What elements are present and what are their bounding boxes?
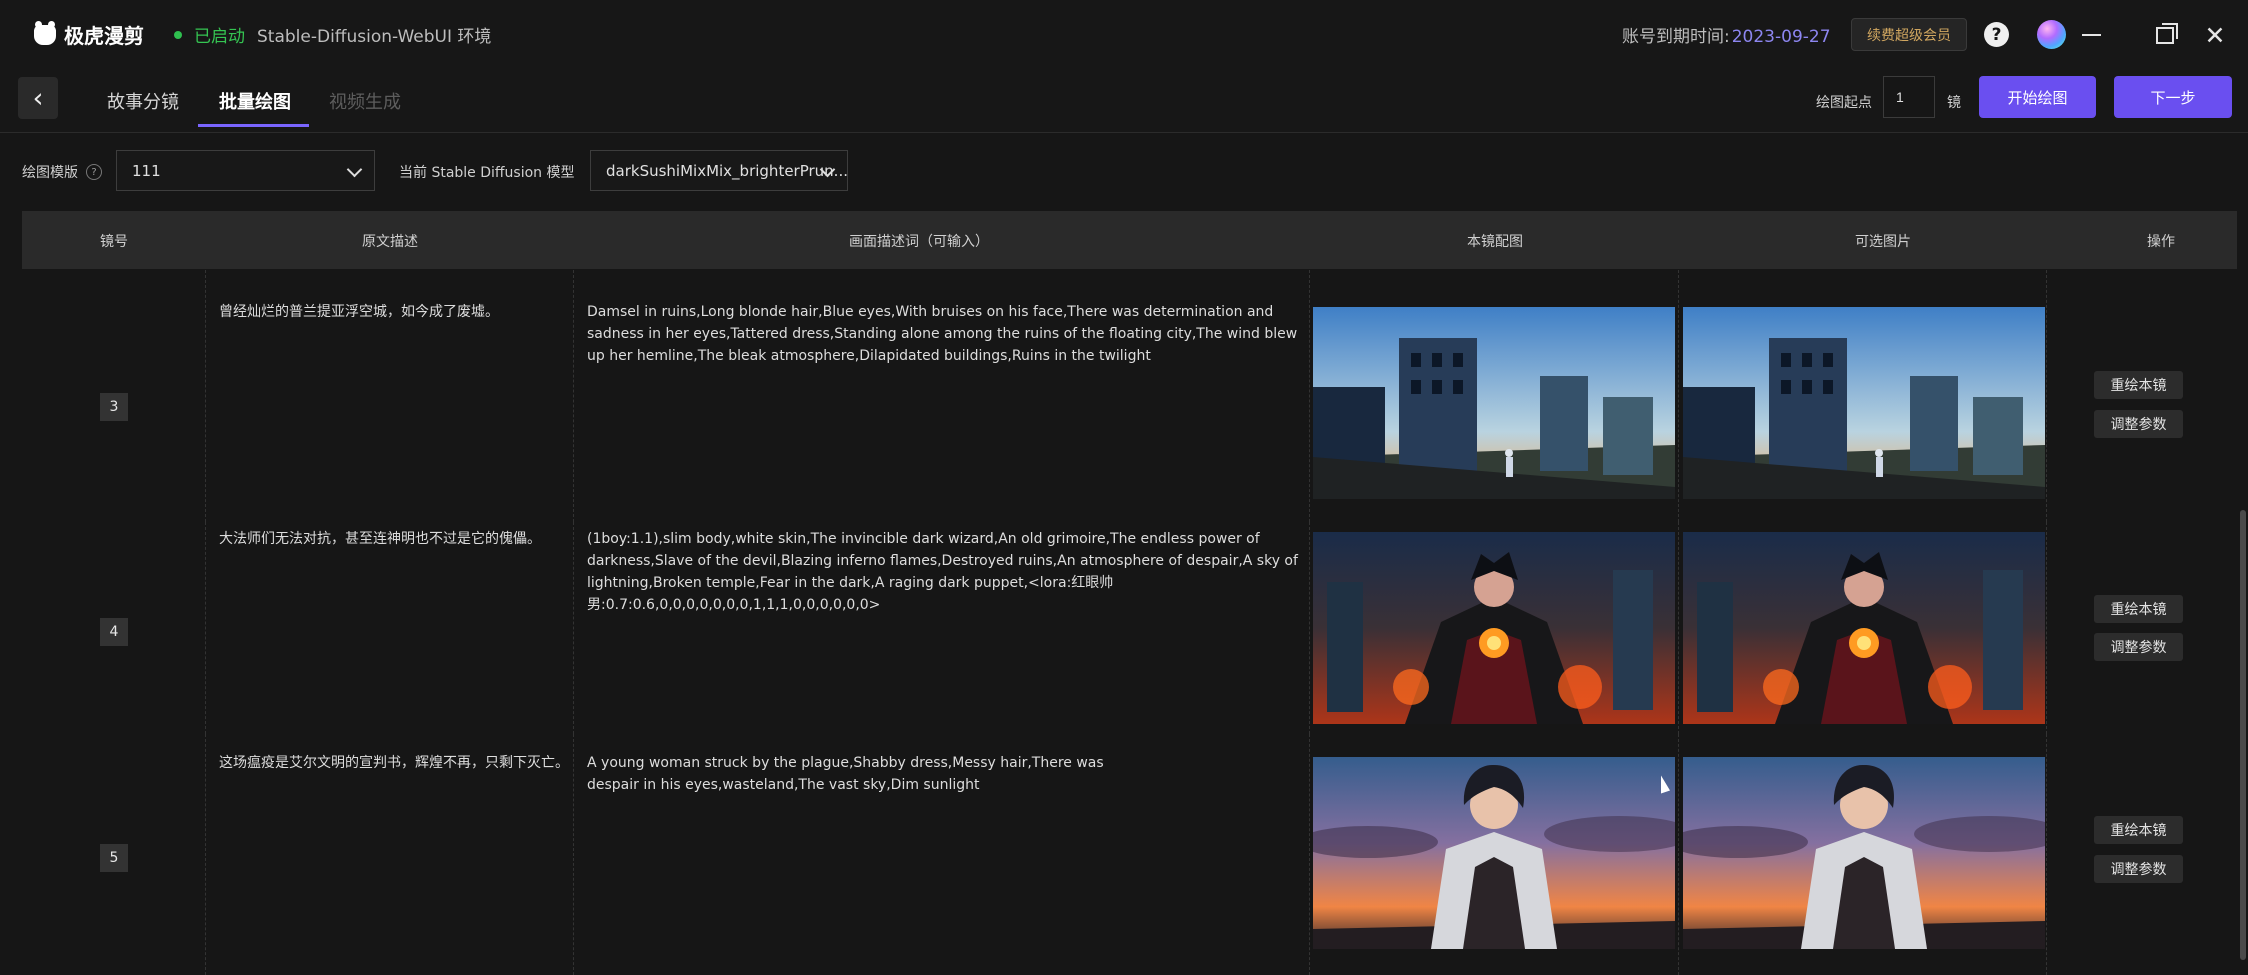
restore-icon	[2156, 22, 2178, 44]
draw-start-unit: 镜	[1947, 95, 1961, 111]
expiry-date: 2023-09-27	[1731, 27, 1831, 47]
ruins-scene-image	[1313, 307, 1675, 499]
avatar[interactable]	[2037, 20, 2066, 49]
redraw-shot-button[interactable]: 重绘本镜	[2094, 816, 2183, 844]
environment-name: Stable-Diffusion-WebUI 环境	[257, 27, 492, 47]
logo-icon	[34, 20, 56, 45]
shot-number-badge: 5	[100, 844, 128, 872]
column-divider	[2046, 270, 2047, 522]
header-original-description: 原文描述	[362, 234, 418, 250]
draw-start-label: 绘图起点	[1816, 95, 1872, 111]
model-label: 当前 Stable Diffusion 模型	[399, 165, 575, 181]
dark-wizard-scene-image	[1313, 532, 1675, 724]
template-label-group: 绘图模版 ?	[22, 162, 102, 182]
column-divider	[205, 270, 206, 522]
close-window-button[interactable]: ✕	[2198, 18, 2232, 52]
current-shot-image[interactable]	[1313, 757, 1675, 949]
prompt-description[interactable]: A young woman struck by the plague,Shabb…	[587, 752, 1157, 796]
tab-video-generation: 视频生成	[329, 92, 401, 113]
minimize-icon	[2081, 34, 2101, 36]
header-shot-number: 镜号	[100, 234, 128, 250]
header-actions: 操作	[2147, 234, 2175, 250]
column-divider	[1678, 734, 1679, 975]
column-divider	[1678, 270, 1679, 522]
shot-number-badge: 4	[100, 618, 128, 646]
info-icon[interactable]: ?	[86, 164, 102, 180]
chevron-left-icon: ‹	[32, 82, 44, 114]
template-select[interactable]: 111	[116, 150, 375, 191]
restore-button[interactable]	[2148, 18, 2182, 52]
table-header: 镜号 原文描述 画面描述词（可输入） 本镜配图 可选图片 操作	[22, 211, 2237, 269]
status-text: 已启动	[194, 27, 245, 47]
plague-woman-scene-image	[1313, 757, 1675, 949]
tab-batch-drawing[interactable]: 批量绘图	[219, 88, 291, 114]
table-row: 3 曾经灿烂的普兰提亚浮空城，如今成了废墟。 Damsel in ruins,L…	[22, 270, 2237, 522]
table-row: 4 大法师们无法对抗，甚至连神明也不过是它的傀儡。 (1boy:1.1),sli…	[22, 522, 2237, 734]
start-drawing-button[interactable]: 开始绘图	[1979, 76, 2096, 118]
column-divider	[205, 522, 206, 734]
close-icon: ✕	[2204, 20, 2226, 50]
original-description: 曾经灿烂的普兰提亚浮空城，如今成了废墟。	[219, 304, 499, 320]
column-divider	[1309, 734, 1310, 975]
column-divider	[573, 522, 574, 734]
header-prompt: 画面描述词（可输入）	[849, 234, 989, 250]
column-divider	[2046, 734, 2047, 975]
help-icon[interactable]: ?	[1984, 22, 2009, 47]
status-dot-icon	[174, 30, 182, 39]
back-button[interactable]: ‹	[18, 77, 58, 119]
next-step-button[interactable]: 下一步	[2114, 76, 2232, 118]
model-selected-value: darkSushiMixMix_brighterPrun...	[606, 161, 848, 180]
model-select[interactable]: darkSushiMixMix_brighterPrun...	[590, 150, 848, 191]
current-shot-image[interactable]	[1313, 307, 1675, 499]
minimize-button[interactable]	[2074, 18, 2108, 52]
header-current-image: 本镜配图	[1467, 234, 1523, 250]
header-optional-images: 可选图片	[1855, 234, 1911, 250]
adjust-parameters-button[interactable]: 调整参数	[2094, 633, 2183, 661]
prompt-description[interactable]: Damsel in ruins,Long blonde hair,Blue ey…	[587, 301, 1312, 367]
chevron-down-icon	[346, 161, 363, 178]
column-divider	[205, 734, 206, 975]
shot-number-badge: 3	[100, 393, 128, 421]
environment-status: 已启动 Stable-Diffusion-WebUI 环境	[174, 22, 491, 47]
column-divider	[2046, 522, 2047, 734]
optional-image[interactable]	[1683, 757, 2045, 949]
original-description: 大法师们无法对抗，甚至连神明也不过是它的傀儡。	[219, 531, 541, 547]
original-description: 这场瘟疫是艾尔文明的宣判书，辉煌不再，只剩下灭亡。	[219, 755, 569, 771]
optional-image[interactable]	[1683, 307, 2045, 499]
column-divider	[1678, 522, 1679, 734]
redraw-shot-button[interactable]: 重绘本镜	[2094, 371, 2183, 399]
app-name: 极虎漫剪	[64, 24, 144, 48]
active-tab-indicator	[198, 124, 309, 127]
account-expiry: 账号到期时间: 2023-09-27	[1622, 22, 1831, 47]
tab-story-storyboard[interactable]: 故事分镜	[107, 88, 179, 114]
adjust-parameters-button[interactable]: 调整参数	[2094, 855, 2183, 883]
template-label: 绘图模版	[22, 165, 78, 181]
redraw-shot-button[interactable]: 重绘本镜	[2094, 595, 2183, 623]
scrollbar-thumb[interactable]	[2240, 510, 2246, 960]
dark-wizard-scene-image	[1683, 532, 2045, 724]
current-shot-image[interactable]	[1313, 532, 1675, 724]
expiry-label: 账号到期时间:	[1622, 27, 1730, 47]
optional-image[interactable]	[1683, 532, 2045, 724]
adjust-parameters-button[interactable]: 调整参数	[2094, 410, 2183, 438]
app-logo: 极虎漫剪	[34, 20, 144, 49]
table-row: 5 这场瘟疫是艾尔文明的宣判书，辉煌不再，只剩下灭亡。 A young woma…	[22, 734, 2237, 975]
renew-membership-button[interactable]: 续费超级会员	[1851, 18, 1967, 51]
plague-woman-scene-image	[1683, 757, 2045, 949]
ruins-scene-image	[1683, 307, 2045, 499]
prompt-description[interactable]: (1boy:1.1),slim body,white skin,The invi…	[587, 528, 1312, 616]
draw-start-input[interactable]	[1883, 76, 1935, 118]
navigation-bar: ‹ 故事分镜 批量绘图 视频生成 绘图起点 镜 开始绘图 下一步	[0, 68, 2248, 133]
template-selected-value: 111	[132, 161, 161, 180]
title-bar: 极虎漫剪 已启动 Stable-Diffusion-WebUI 环境 账号到期时…	[0, 0, 2248, 68]
